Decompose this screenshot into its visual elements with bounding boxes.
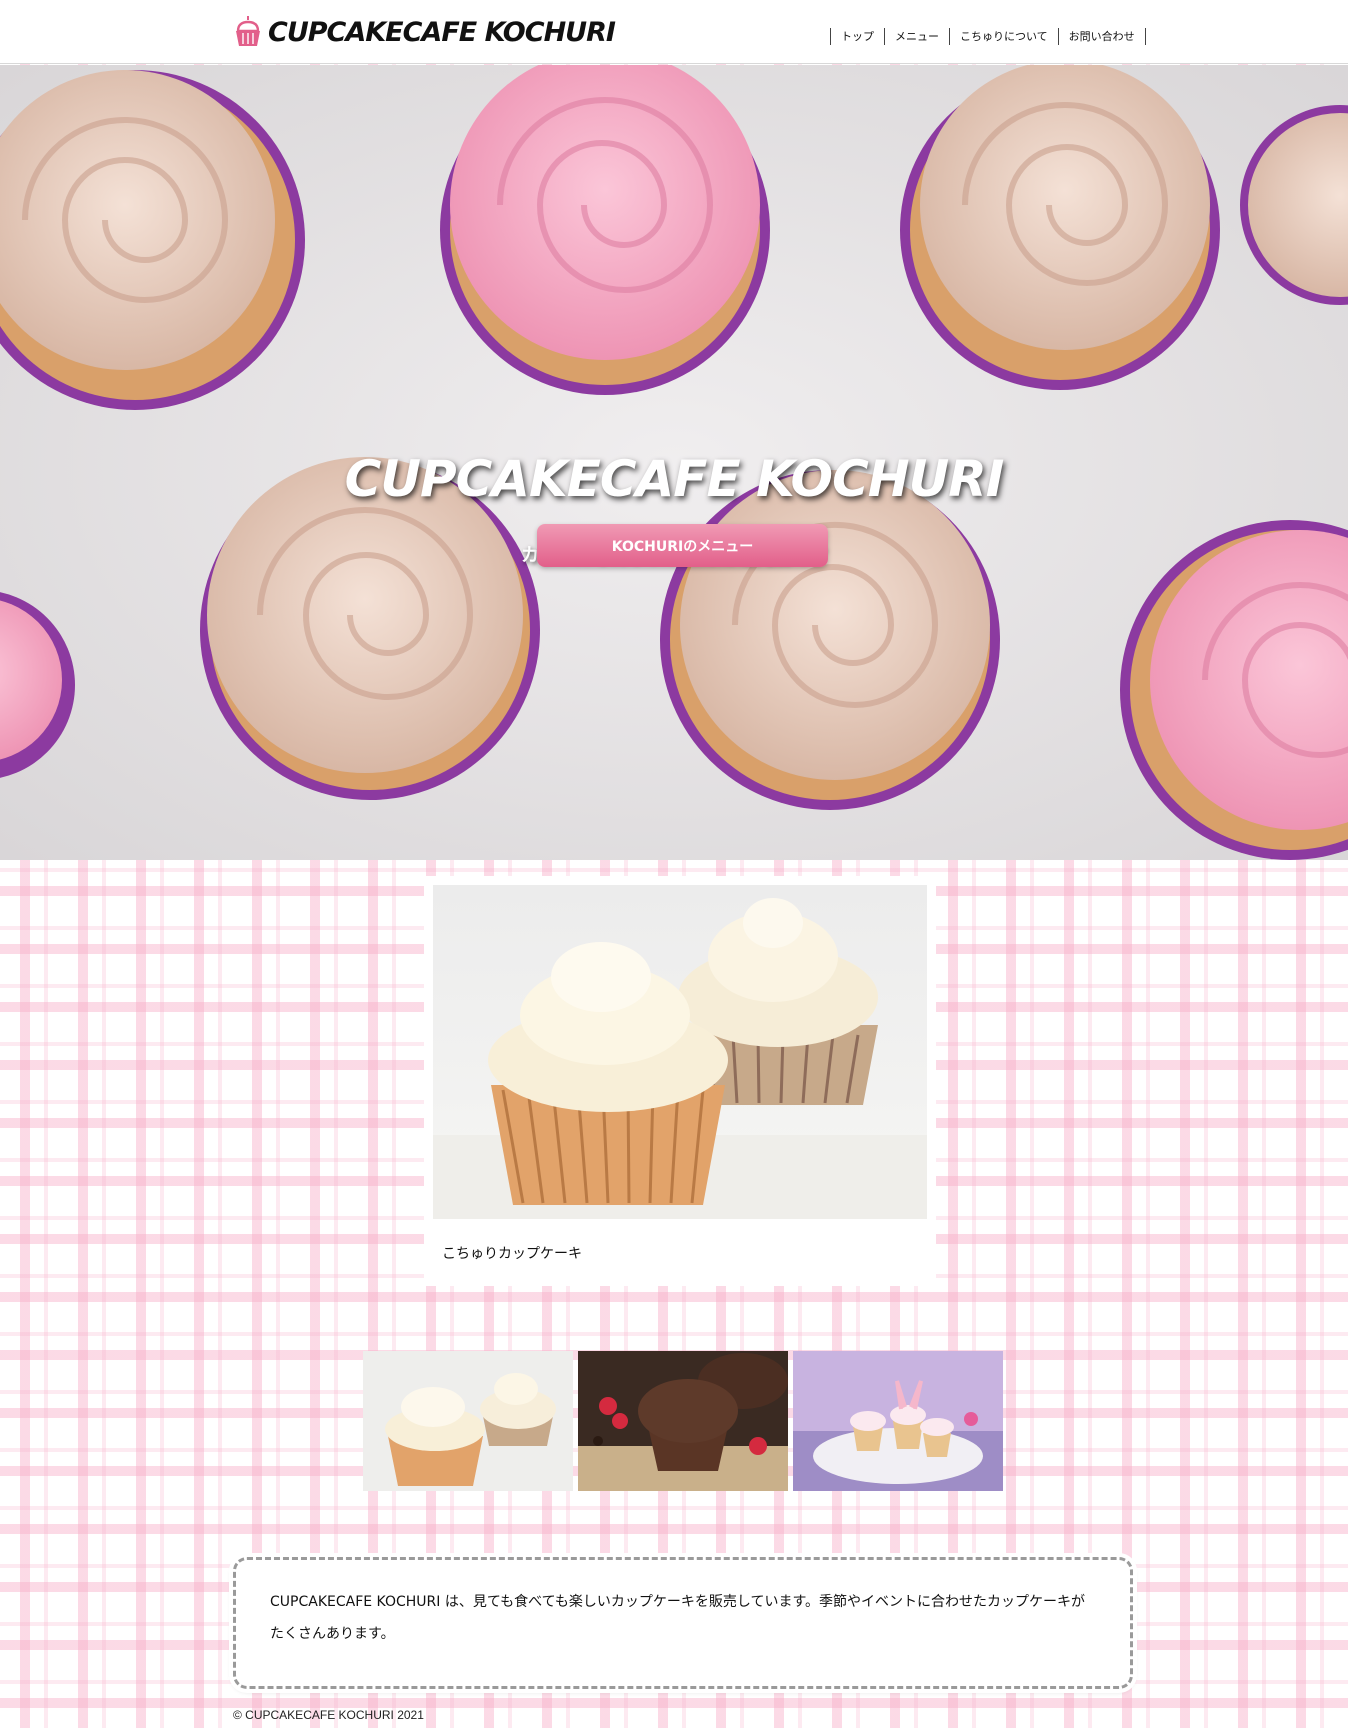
- nav-item-menu[interactable]: メニュー: [885, 28, 950, 45]
- nav-item-about[interactable]: こちゅりについて: [950, 28, 1059, 45]
- thumbnail-bunny-cupcakes[interactable]: [793, 1351, 1003, 1491]
- about-text: CUPCAKECAFE KOCHURI は、見ても食べても楽しいカップケーキを販…: [270, 1594, 1086, 1642]
- menu-button[interactable]: KOCHURIのメニュー: [537, 524, 828, 567]
- thumbnail-vanilla-cupcakes[interactable]: [363, 1351, 573, 1491]
- thumbnail-gallery: [363, 1351, 1003, 1491]
- feature-cupcakes-image: [433, 885, 927, 1219]
- footer-copyright: © CUPCAKECAFE KOCHURI 2021: [233, 1708, 424, 1722]
- logo-link[interactable]: CUPCAKECAFE KOCHURI: [234, 14, 616, 50]
- site-header: CUPCAKECAFE KOCHURI トップ メニュー こちゅりについて お問…: [0, 0, 1348, 64]
- about-box: CUPCAKECAFE KOCHURI は、見ても食べても楽しいカップケーキを販…: [233, 1557, 1133, 1689]
- hero-title: CUPCAKECAFE KOCHURI: [344, 450, 1005, 508]
- nav-item-top[interactable]: トップ: [831, 28, 885, 45]
- feature-card: こちゅりカップケーキ: [424, 876, 936, 1286]
- hero-section: CUPCAKECAFE KOCHURI カラフルなカップケーキの専門店です KO…: [0, 65, 1348, 860]
- thumbnail-chocolate-muffins[interactable]: [578, 1351, 788, 1491]
- nav-item-contact[interactable]: お問い合わせ: [1059, 28, 1146, 45]
- cupcake-icon: [236, 16, 260, 46]
- logo-text: CUPCAKECAFE KOCHURI: [268, 16, 616, 48]
- main-nav: トップ メニュー こちゅりについて お問い合わせ: [830, 28, 1146, 45]
- feature-caption: こちゅりカップケーキ: [442, 1246, 582, 1262]
